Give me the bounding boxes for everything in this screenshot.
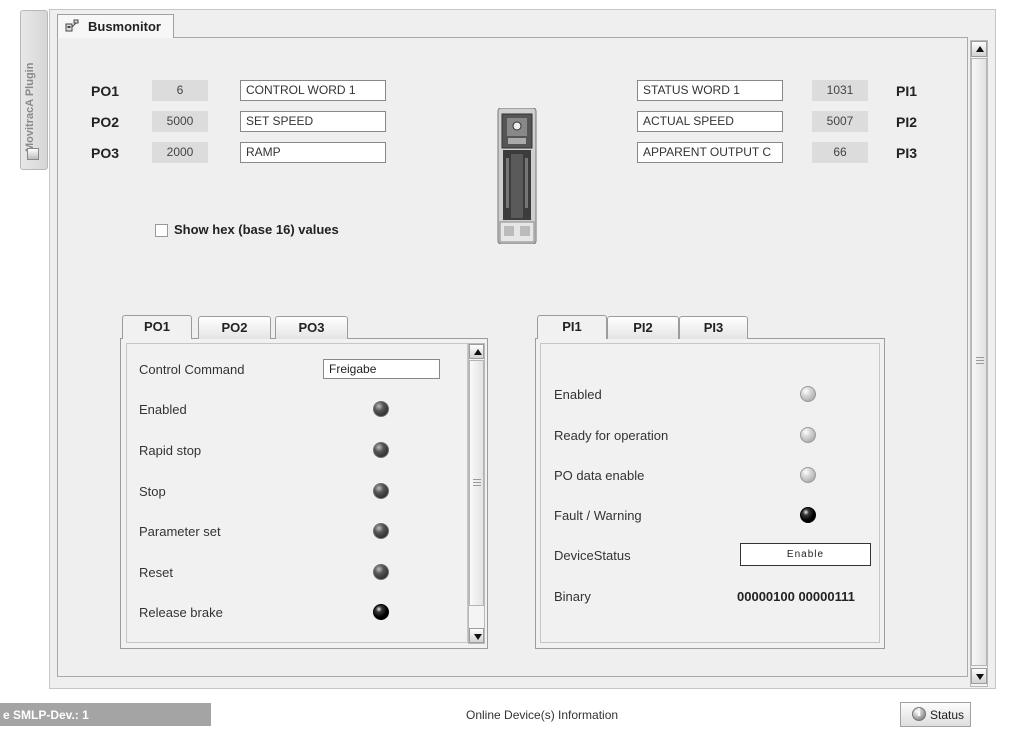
- po-row-release-brake-label: Release brake: [139, 605, 223, 620]
- enabled-status-indicator-icon: [800, 386, 816, 402]
- po-row-reset-label: Reset: [139, 565, 173, 580]
- pi1-label: PI1: [896, 83, 918, 99]
- show-hex-checkbox[interactable]: [155, 224, 168, 237]
- po1-description-field[interactable]: CONTROL WORD 1: [240, 80, 386, 101]
- pi-row-enabled-label: Enabled: [554, 387, 602, 402]
- po3-label: PO3: [91, 145, 120, 161]
- po-row-enabled-label: Enabled: [139, 402, 187, 417]
- pi-row-fault-label: Fault / Warning: [554, 508, 642, 523]
- binary-value: 00000100 00000111: [737, 589, 855, 604]
- release-brake-indicator-icon: [373, 604, 389, 620]
- po2-description-field[interactable]: SET SPEED: [240, 111, 386, 132]
- po2-value: 5000: [152, 111, 208, 132]
- po-row-rapid-stop-label: Rapid stop: [139, 443, 202, 458]
- control-command-label: Control Command: [139, 362, 245, 377]
- device-status-field: Enable: [740, 543, 871, 566]
- pi3-description-field[interactable]: APPARENT OUTPUT C: [637, 142, 783, 163]
- scrollbar-thumb[interactable]: [971, 58, 987, 666]
- po2-label: PO2: [91, 114, 120, 130]
- pi2-description-field[interactable]: ACTUAL SPEED: [637, 111, 783, 132]
- status-button[interactable]: Status: [900, 702, 971, 727]
- pi1-description-field[interactable]: STATUS WORD 1: [637, 80, 783, 101]
- tab-po3[interactable]: PO3: [275, 316, 348, 339]
- binary-label: Binary: [554, 589, 591, 604]
- parameter-set-indicator-icon: [373, 523, 389, 539]
- po1-label: PO1: [91, 83, 120, 99]
- ready-indicator-icon: [800, 427, 816, 443]
- pi3-label: PI3: [896, 145, 918, 161]
- po3-description-field[interactable]: RAMP: [240, 142, 386, 163]
- po3-value: 2000: [152, 142, 208, 163]
- status-bar-info-text: Online Device(s) Information: [466, 708, 619, 722]
- pi-row-po-data-enable-label: PO data enable: [554, 468, 645, 483]
- plugin-icon: [27, 148, 39, 160]
- scroll-up-button[interactable]: [971, 41, 987, 57]
- po-scroll-down-button[interactable]: [469, 628, 484, 643]
- device-status-label: DeviceStatus: [554, 548, 631, 563]
- reset-indicator-icon: [373, 564, 389, 580]
- pi2-label: PI2: [896, 114, 918, 130]
- pi3-value: 66: [812, 142, 868, 163]
- po-row-parameter-set-label: Parameter set: [139, 524, 221, 539]
- rapid-stop-indicator-icon: [373, 442, 389, 458]
- po1-value: 6: [152, 80, 208, 101]
- fault-indicator-icon: [800, 507, 816, 523]
- po-panel-content: [126, 343, 468, 643]
- enabled-indicator-icon: [373, 401, 389, 417]
- po-scroll-up-button[interactable]: [469, 344, 484, 359]
- status-bar-device-count: e SMLP-Dev.: 1: [0, 703, 211, 726]
- show-hex-label[interactable]: Show hex (base 16) values: [174, 222, 339, 237]
- tab-pi1[interactable]: PI1: [537, 315, 607, 339]
- stop-indicator-icon: [373, 483, 389, 499]
- info-icon: i: [912, 707, 926, 721]
- control-command-field[interactable]: Freigabe: [323, 359, 440, 379]
- pi2-value: 5007: [812, 111, 868, 132]
- po-scrollbar-thumb[interactable]: [469, 360, 484, 606]
- tab-po1[interactable]: PO1: [122, 315, 192, 339]
- po-row-stop-label: Stop: [139, 484, 166, 499]
- po-data-enable-indicator-icon: [800, 467, 816, 483]
- pi-row-ready-label: Ready for operation: [554, 428, 669, 443]
- scroll-down-button[interactable]: [971, 668, 987, 684]
- tab-pi3[interactable]: PI3: [679, 316, 748, 339]
- network-icon: [65, 19, 79, 32]
- drive-device-image: [497, 108, 537, 244]
- tab-pi2[interactable]: PI2: [607, 316, 679, 339]
- tab-po2[interactable]: PO2: [198, 316, 271, 339]
- pi1-value: 1031: [812, 80, 868, 101]
